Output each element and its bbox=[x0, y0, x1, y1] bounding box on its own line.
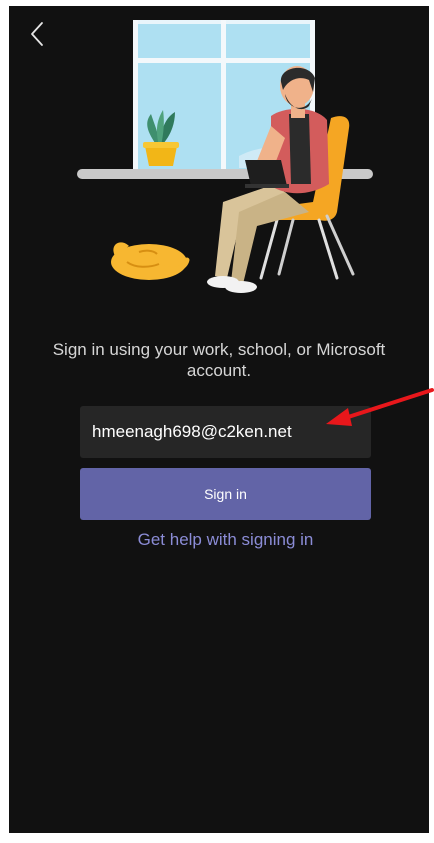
help-link[interactable]: Get help with signing in bbox=[80, 530, 371, 550]
hero-illustration bbox=[77, 20, 373, 293]
arrow-icon bbox=[326, 388, 434, 426]
signin-prompt: Sign in using your work, school, or Micr… bbox=[52, 340, 386, 380]
sign-in-label: Sign in bbox=[204, 486, 247, 502]
sign-in-button[interactable]: Sign in bbox=[80, 468, 371, 520]
email-value: hmeenagh698@c2ken.net bbox=[92, 422, 292, 441]
cat-illustration bbox=[111, 242, 190, 280]
